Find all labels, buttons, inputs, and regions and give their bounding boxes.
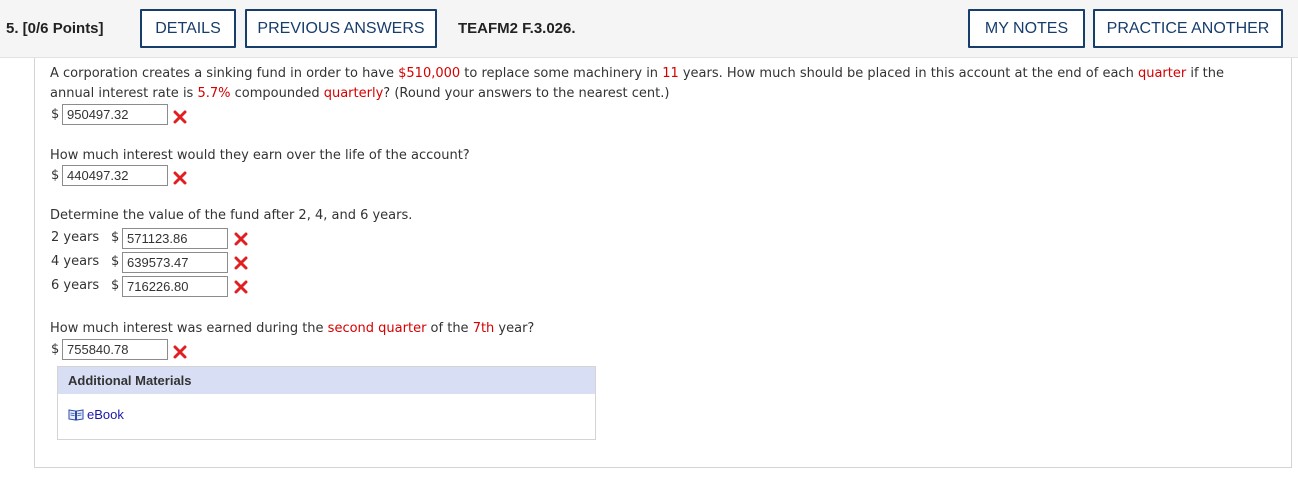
fund-value-field[interactable]: 716226.80 bbox=[122, 276, 228, 297]
currency-symbol: $ bbox=[111, 278, 120, 293]
fund-value-field[interactable]: 571123.86 bbox=[122, 228, 228, 249]
question-header: 5. [0/6 Points] DETAILS PREVIOUS ANSWERS… bbox=[0, 0, 1298, 58]
incorrect-icon bbox=[234, 232, 248, 246]
part4-prompt: How much interest was earned during the … bbox=[50, 321, 535, 336]
year-label: 2 years bbox=[51, 230, 100, 245]
currency-symbol: $ bbox=[51, 168, 60, 183]
details-button[interactable]: DETAILS bbox=[140, 9, 236, 48]
quarter-interest-field[interactable]: 755840.78 bbox=[62, 339, 168, 360]
year-label: 4 years bbox=[51, 254, 100, 269]
part2-prompt: How much interest would they earn over t… bbox=[50, 148, 470, 163]
incorrect-icon bbox=[173, 171, 187, 185]
question-text-line-1: A corporation creates a sinking fund in … bbox=[50, 66, 1225, 81]
currency-symbol: $ bbox=[51, 342, 60, 357]
year-label: 6 years bbox=[51, 278, 100, 293]
additional-materials-box: Additional Materials eBook bbox=[57, 366, 596, 440]
question-points-label: 5. [0/6 Points] bbox=[6, 20, 104, 37]
fund-value-field[interactable]: 639573.47 bbox=[122, 252, 228, 273]
additional-materials-title: Additional Materials bbox=[58, 367, 595, 394]
question-id: TEAFM2 F.3.026. bbox=[458, 20, 576, 37]
currency-symbol: $ bbox=[111, 254, 120, 269]
incorrect-icon bbox=[234, 256, 248, 270]
ebook-link[interactable]: eBook bbox=[68, 407, 124, 422]
payment-answer-field[interactable]: 950497.32 bbox=[62, 104, 168, 125]
incorrect-icon bbox=[173, 110, 187, 124]
previous-answers-button[interactable]: PREVIOUS ANSWERS bbox=[245, 9, 437, 48]
rate-value: 5.7% bbox=[197, 86, 231, 101]
target-amount: $510,000 bbox=[398, 66, 461, 81]
interest-answer-field[interactable]: 440497.32 bbox=[62, 165, 168, 186]
practice-another-button[interactable]: PRACTICE ANOTHER bbox=[1093, 9, 1283, 48]
currency-symbol: $ bbox=[51, 107, 60, 122]
part3-prompt: Determine the value of the fund after 2,… bbox=[50, 208, 413, 223]
currency-symbol: $ bbox=[111, 230, 120, 245]
incorrect-icon bbox=[173, 345, 187, 359]
question-text-line-2: annual interest rate is 5.7% compounded … bbox=[50, 86, 670, 101]
years-value: 11 bbox=[662, 66, 679, 81]
quarter-term: quarter bbox=[1137, 66, 1187, 81]
my-notes-button[interactable]: MY NOTES bbox=[968, 9, 1085, 48]
incorrect-icon bbox=[234, 280, 248, 294]
compounding-term: quarterly bbox=[323, 86, 384, 101]
book-icon bbox=[68, 409, 84, 421]
ebook-label: eBook bbox=[87, 407, 124, 422]
second-quarter-term: second quarter bbox=[327, 321, 427, 336]
seventh-year-term: 7th bbox=[472, 321, 495, 336]
